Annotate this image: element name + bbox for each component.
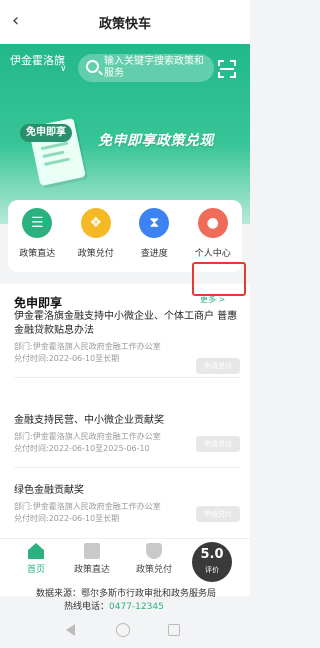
policy-direct-icon: ☰ <box>22 208 53 238</box>
page-title: 政策快车 <box>98 16 151 32</box>
search-bar[interactable]: 输入关键字搜索政策和服务 <box>78 54 214 82</box>
banner-slogan: 免申即享政策兑现 <box>98 133 214 149</box>
list-item[interactable]: 金融支持民营、中小微企业贡献奖 部门:伊金霍洛旗人民政府金融工作办公室 兑付时间… <box>14 414 240 468</box>
recent-apps-icon[interactable] <box>168 624 180 636</box>
quick-entry-label: 政策直达 <box>19 249 56 259</box>
more-highlight-box <box>192 262 246 296</box>
banner-tag: 免申即享 <box>20 124 72 142</box>
hourglass-icon: ⧗ <box>139 208 170 238</box>
home-circle-icon[interactable] <box>116 623 130 637</box>
quick-entry-label: 政策兑付 <box>77 249 114 259</box>
scan-icon[interactable] <box>218 60 236 78</box>
tab-label: 政策兑付 <box>135 565 172 575</box>
item-title: 金融支持民营、中小微企业贡献奖 <box>14 415 164 426</box>
back-icon[interactable]: ‹ <box>12 10 19 32</box>
quick-entry-progress[interactable]: ⧗ 查进度 <box>126 208 182 272</box>
hotline-number[interactable]: 0477-12345 <box>109 602 164 612</box>
apply-button[interactable]: 申请兑付 <box>196 436 240 452</box>
search-icon <box>86 60 99 73</box>
home-icon <box>28 543 44 559</box>
back-triangle-icon[interactable] <box>66 624 75 636</box>
apply-button[interactable]: 申请兑付 <box>196 358 240 374</box>
hero-banner: 伊金霍洛旗 ∨ 输入关键字搜索政策和服务 免申即享 免申即享政策兑现 <box>0 44 250 224</box>
quick-entry-label: 查进度 <box>140 249 168 259</box>
rating-value: 5.0 <box>200 547 224 562</box>
policy-redeem-icon: ❖ <box>80 208 111 238</box>
quick-entry-policy-direct[interactable]: ☰ 政策直达 <box>9 208 65 272</box>
item-title: 绿色金融贡献奖 <box>14 485 84 496</box>
tab-policy-redeem[interactable]: 政策兑付 <box>124 543 184 575</box>
banner-illustration: 免申即享 <box>20 117 86 190</box>
apply-button[interactable]: 申请兑付 <box>196 506 240 522</box>
tab-policy-direct[interactable]: 政策直达 <box>62 543 122 575</box>
data-source: 数据来源：鄂尔多斯市行政审批和政务服务局 <box>36 589 217 599</box>
region-selector[interactable]: 伊金霍洛旗 ∨ <box>10 54 72 74</box>
tab-label: 首页 <box>26 565 45 575</box>
tab-label: 政策直达 <box>73 565 110 575</box>
item-dept: 部门:伊金霍洛旗人民政府金融工作办公室 <box>14 342 161 351</box>
list-item[interactable]: 伊金霍洛旗金融支持中小微企业、个体工商户 普惠金融贷款贴息办法 部门:伊金霍洛旗… <box>14 310 240 378</box>
user-icon: ● <box>197 208 228 238</box>
top-nav: ‹ 政策快车 <box>0 0 250 44</box>
region-name: 伊金霍洛旗 <box>10 54 65 67</box>
policy-direct-icon <box>84 543 100 559</box>
section-title: 免申即享 <box>14 296 63 310</box>
search-input[interactable]: 输入关键字搜索政策和服务 <box>104 56 212 80</box>
quick-entry-label: 个人中心 <box>194 249 231 259</box>
list-item[interactable]: 绿色金融贡献奖 部门:伊金霍洛旗人民政府金融工作办公室 兑付时间:2022-06… <box>14 484 240 538</box>
system-nav-bar <box>0 612 250 648</box>
item-title: 伊金霍洛旗金融支持中小微企业、个体工商户 普惠金融贷款贴息办法 <box>14 311 238 336</box>
rating-button[interactable]: 5.0 评价 <box>192 542 232 582</box>
tab-home[interactable]: 首页 <box>6 543 66 575</box>
rating-label: 评价 <box>205 566 219 574</box>
hotline-label: 热线电话： <box>64 602 110 612</box>
policy-section: 免申即享 更多 > 伊金霍洛旗金融支持中小微企业、个体工商户 普惠金融贷款贴息办… <box>0 284 250 544</box>
quick-entry-policy-redeem[interactable]: ❖ 政策兑付 <box>68 208 124 272</box>
shield-icon <box>146 543 162 559</box>
hotline: 热线电话：0477-12345 <box>64 599 164 612</box>
chevron-down-icon: ∨ <box>60 64 67 74</box>
